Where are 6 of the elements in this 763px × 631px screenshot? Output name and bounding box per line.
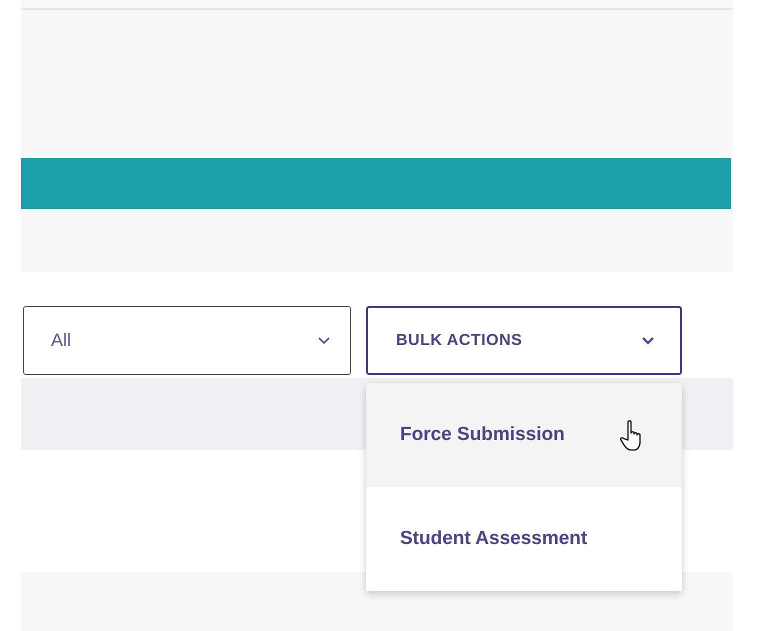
chevron-down-icon (318, 336, 330, 344)
chevron-down-icon (642, 336, 654, 344)
menu-item[interactable]: Force Submission (366, 383, 682, 487)
menu-item[interactable]: Student Assessment (366, 487, 682, 591)
filter-select[interactable]: All (23, 306, 351, 375)
bulk-actions-dropdown[interactable]: BULK ACTIONS (366, 306, 682, 375)
